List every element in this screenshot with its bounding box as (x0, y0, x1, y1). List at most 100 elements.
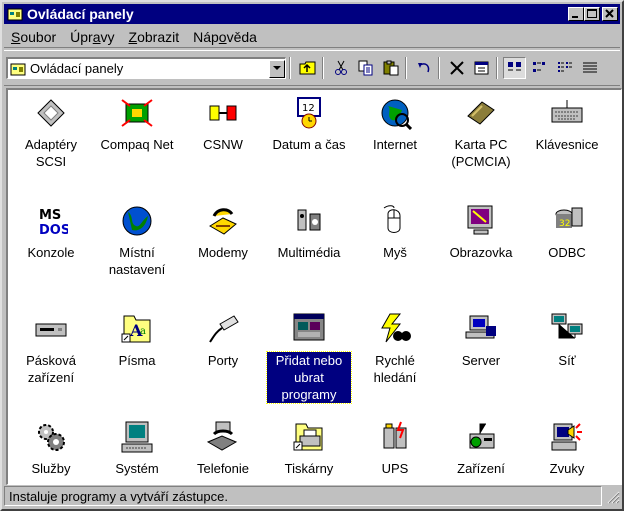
title-bar[interactable]: Ovládací panely (4, 4, 620, 24)
dropdown-button[interactable] (269, 59, 285, 78)
properties-icon (474, 61, 488, 75)
item-label: Compaq Net (100, 137, 174, 152)
control-panel-item[interactable]: Compaq Net (94, 90, 180, 198)
network-icon (550, 312, 584, 346)
list-button[interactable] (553, 57, 576, 79)
cut-button[interactable] (329, 57, 352, 79)
item-label: Multimédia (277, 245, 341, 260)
add-remove-icon (292, 312, 326, 346)
item-label: Pásková zařízení (26, 353, 76, 385)
control-panel-item[interactable]: Aa Písma (94, 306, 180, 414)
control-panel-item[interactable]: Zařízení (438, 414, 524, 484)
ups-icon (378, 420, 412, 454)
control-panel-item[interactable]: Porty (180, 306, 266, 414)
item-label: Konzole (27, 245, 75, 260)
icon-grid: Adaptéry SCSI Compaq Net CSNW 12 Datum a čas… (8, 90, 610, 484)
item-label: Rychlé hledání (373, 353, 417, 385)
address-combobox[interactable]: Ovládací panely (6, 57, 286, 79)
icon-view[interactable]: Adaptéry SCSI Compaq Net CSNW 12 Datum a čas… (6, 88, 622, 485)
control-panel-item[interactable]: Přidat nebo ubrat programy (266, 306, 352, 414)
control-panel-window: Ovládací panely Soubor Úpravy Zobrazit Nápo… (0, 0, 624, 511)
maximize-button[interactable] (584, 7, 600, 21)
item-label: Systém (115, 461, 159, 476)
svg-text:12: 12 (302, 103, 315, 114)
large-icons-button[interactable] (503, 57, 526, 79)
item-label: Přidat nebo ubrat programy (266, 351, 352, 404)
compaq-net-icon (120, 96, 154, 130)
printers-icon (292, 420, 326, 454)
item-label: ODBC (548, 245, 586, 260)
paste-button[interactable] (379, 57, 402, 79)
control-panel-item[interactable]: 32 ODBC (524, 198, 610, 306)
properties-button[interactable] (470, 57, 493, 79)
svg-text:MS: MS (39, 208, 61, 223)
system-icon (120, 420, 154, 454)
control-panel-item[interactable]: Adaptéry SCSI (8, 90, 94, 198)
scissors-icon (334, 60, 347, 75)
item-label: Porty (207, 353, 239, 368)
control-panel-item[interactable]: Karta PC (PCMCIA) (438, 90, 524, 198)
menu-bar: Soubor Úpravy Zobrazit Nápověda (4, 26, 620, 48)
paste-icon (383, 60, 398, 76)
small-icons-button[interactable] (528, 57, 551, 79)
control-panel-item[interactable]: Modemy (180, 198, 266, 306)
minimize-button[interactable] (568, 7, 584, 21)
undo-icon (417, 63, 429, 73)
control-panel-item[interactable]: Obrazovka (438, 198, 524, 306)
item-label: UPS (381, 461, 409, 476)
control-panel-item[interactable]: Telefonie (180, 414, 266, 484)
control-panel-item[interactable]: Tiskárny (266, 414, 352, 484)
control-panel-icon (7, 8, 23, 21)
status-text: Instaluje programy a vytváří zástupce. (4, 486, 602, 506)
delete-button[interactable] (445, 57, 468, 79)
control-panel-item[interactable]: Multimédia (266, 198, 352, 306)
control-panel-item[interactable]: Internet (352, 90, 438, 198)
details-icon (582, 62, 597, 73)
menu-view[interactable]: Zobrazit (122, 29, 187, 45)
devices-icon (464, 420, 498, 454)
svg-text:32: 32 (559, 219, 570, 229)
control-panel-item[interactable]: Služby (8, 414, 94, 484)
control-panel-item[interactable]: UPS (352, 414, 438, 484)
item-label: Písma (118, 353, 156, 368)
list-icon (557, 62, 572, 72)
control-panel-icon (10, 63, 26, 75)
chevron-down-icon (273, 66, 281, 70)
internet-icon (378, 96, 412, 130)
control-panel-item[interactable]: MS DOS Konzole (8, 198, 94, 306)
telephony-icon (206, 420, 240, 454)
maximize-icon (587, 9, 597, 18)
control-panel-item[interactable]: Pásková zařízení (8, 306, 94, 414)
menu-edit[interactable]: Úpravy (63, 29, 121, 45)
close-button[interactable] (602, 7, 618, 21)
toolbar-separator (289, 57, 291, 79)
pcmcia-icon (464, 96, 498, 130)
toolbar-separator (496, 57, 498, 79)
control-panel-item[interactable]: 12 Datum a čas (266, 90, 352, 198)
control-panel-item[interactable]: Zvuky (524, 414, 610, 484)
details-button[interactable] (578, 57, 601, 79)
toolbar-separator (438, 57, 440, 79)
control-panel-item[interactable]: Myš (352, 198, 438, 306)
control-panel-item[interactable]: Server (438, 306, 524, 414)
ports-icon (206, 312, 240, 346)
control-panel-item[interactable]: Síť (524, 306, 610, 414)
control-panel-item[interactable]: Místní nastavení (94, 198, 180, 306)
close-icon (605, 9, 614, 18)
item-label: Telefonie (196, 461, 250, 476)
control-panel-item[interactable]: Rychlé hledání (352, 306, 438, 414)
address-value: Ovládací panely (30, 61, 124, 76)
toolbar: Ovládací panely (4, 50, 620, 86)
control-panel-item[interactable]: CSNW (180, 90, 266, 198)
services-icon (34, 420, 68, 454)
menu-help[interactable]: Nápověda (186, 29, 264, 45)
control-panel-item[interactable]: Klávesnice (524, 90, 610, 198)
undo-button[interactable] (412, 57, 435, 79)
menu-file[interactable]: Soubor (4, 29, 63, 45)
copy-button[interactable] (354, 57, 377, 79)
up-folder-button[interactable] (296, 57, 319, 79)
keyboard-icon (550, 96, 584, 130)
resize-grip-icon[interactable] (604, 488, 620, 504)
control-panel-item[interactable]: Systém (94, 414, 180, 484)
datetime-icon: 12 (292, 96, 326, 130)
